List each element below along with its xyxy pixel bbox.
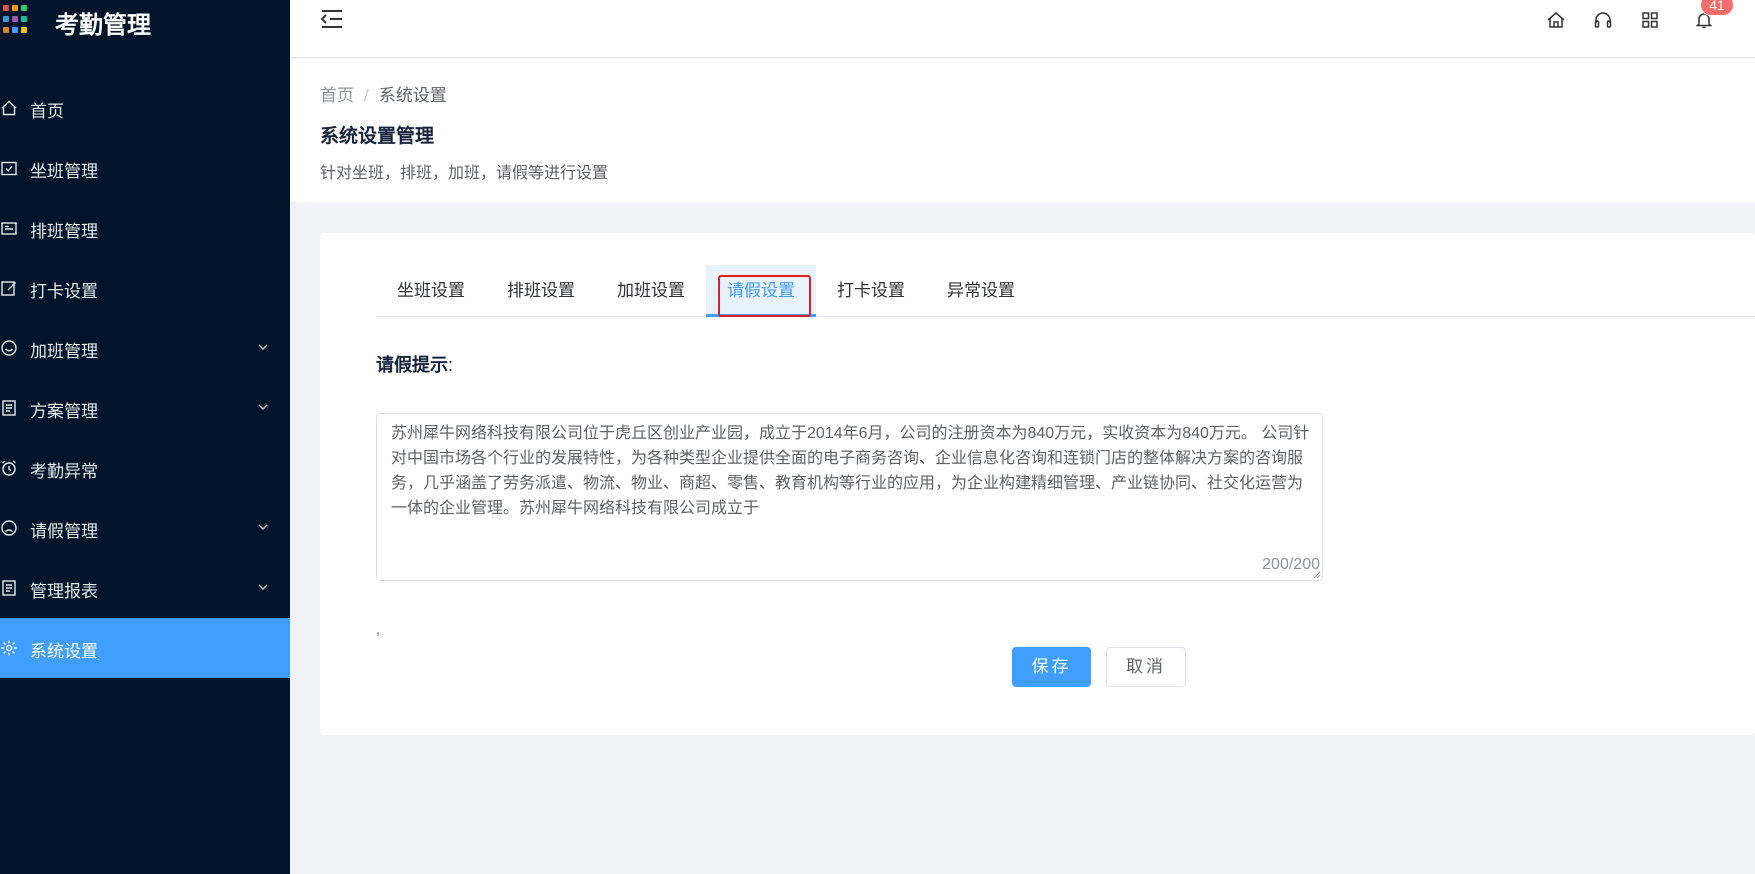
sidebar-menu: 首页坐班管理排班管理打卡设置加班管理方案管理考勤异常请假管理管理报表系统设置 [0,78,290,678]
sidebar-item-label: 系统设置 [30,642,98,661]
sidebar-item-7[interactable]: 请假管理 [0,498,290,558]
schedule-icon [1,222,17,235]
sidebar-item-5[interactable]: 方案管理 [0,378,290,438]
logo-dot [3,5,9,11]
app-logo[interactable]: 考勤管理 [0,0,290,44]
sidebar-item-4[interactable]: 加班管理 [0,318,290,378]
gear-icon [1,640,17,656]
logo-dot [21,5,27,11]
tab-schedule-settings[interactable]: 排班设置 [486,265,596,317]
tab-exception-settings[interactable]: 异常设置 [926,265,1036,317]
tab-attendance-settings[interactable]: 坐班设置 [376,265,486,317]
sidebar-item-label: 首页 [30,102,64,121]
sidebar-item-9[interactable]: 系统设置 [0,618,290,678]
tab-clockin-settings[interactable]: 打卡设置 [816,265,926,317]
tab-overtime-settings[interactable]: 加班设置 [596,265,706,317]
logo-dot [21,27,27,33]
breadcrumb: 首页 / 系统设置 [320,81,447,106]
logo-dot [3,27,9,33]
page-header: 首页 / 系统设置 系统设置管理 针对坐班，排班，加班，请假等进行设置 [290,59,1755,202]
chevron-down-icon [258,584,268,591]
sidebar-item-label: 考勤异常 [30,462,98,481]
page-title: 系统设置管理 [320,126,435,147]
headset-icon[interactable] [1593,10,1613,30]
sidebar-item-6[interactable]: 考勤异常 [0,438,290,498]
chevron-down-icon [258,404,268,411]
sidebar: 考勤管理 首页坐班管理排班管理打卡设置加班管理方案管理考勤异常请假管理管理报表系… [0,0,290,874]
app-grid-icon[interactable] [1640,10,1660,30]
edit-icon [1,281,16,296]
leave-tip-text: 苏州犀牛网络科技有限公司位于虎丘区创业产业园，成立于2014年6月，公司的注册资… [391,425,1310,517]
tab-leave-settings-label: 请假设置 [727,281,795,300]
apps-grid-icon [3,5,33,35]
logo-dot [12,5,18,11]
settings-tabs: 坐班设置 排班设置 加班设置 请假设置 打卡设置 异常设置 [376,265,1755,317]
sidebar-item-3[interactable]: 打卡设置 [0,258,290,318]
sidebar-item-label: 加班管理 [30,342,98,361]
leave-tip-label-text: 请假提示 [376,355,448,375]
logo-dot [12,27,18,33]
home-icon[interactable] [1546,10,1566,30]
sidebar-item-2[interactable]: 排班管理 [0,198,290,258]
sidebar-item-0[interactable]: 首页 [0,78,290,138]
sidebar-item-8[interactable]: 管理报表 [0,558,290,618]
report-icon [2,580,16,596]
smile-icon [1,340,17,356]
logo-dot [12,16,18,22]
top-header: 41 [290,0,1755,58]
sidebar-item-1[interactable]: 坐班管理 [0,138,290,198]
home-icon [1,100,17,116]
tab-leave-settings[interactable]: 请假设置 [706,265,816,317]
breadcrumb-home[interactable]: 首页 [320,86,354,105]
logo-dot [21,16,27,22]
sidebar-item-label: 坐班管理 [30,162,98,181]
breadcrumb-current: 系统设置 [378,86,447,105]
sidebar-item-label: 管理报表 [30,582,98,601]
sidebar-item-label: 方案管理 [30,402,98,421]
leave-tip-label: 请假提示: [376,351,453,377]
resize-handle-icon[interactable] [1313,571,1321,579]
label-colon: : [448,355,454,375]
save-button[interactable]: 保存 [1012,647,1091,687]
app-title: 考勤管理 [55,12,151,39]
chevron-down-icon [258,524,268,531]
chevron-down-icon [258,344,268,351]
leave-tip-textarea[interactable]: 苏州犀牛网络科技有限公司位于虎丘区创业产业园，成立于2014年6月，公司的注册资… [376,413,1323,581]
sidebar-item-label: 请假管理 [30,522,98,541]
sad-face-icon [1,520,17,536]
menu-collapse-icon[interactable] [320,8,344,30]
logo-dot [3,16,9,22]
char-counter: 200/200 [1262,556,1320,573]
page-description: 针对坐班，排班，加班，请假等进行设置 [320,165,609,182]
stray-mark: , [376,621,380,637]
alarm-icon [2,460,16,476]
notification-badge: 41 [1700,0,1734,16]
sidebar-item-label: 打卡设置 [30,282,98,301]
cancel-button[interactable]: 取消 [1106,647,1186,687]
sidebar-item-label: 排班管理 [30,222,98,241]
document-icon [2,400,16,416]
settings-card: 坐班设置 排班设置 加班设置 请假设置 打卡设置 异常设置 请假提示: 苏州犀牛… [320,233,1755,735]
calendar-check-icon [1,161,17,176]
breadcrumb-separator: / [364,86,369,105]
